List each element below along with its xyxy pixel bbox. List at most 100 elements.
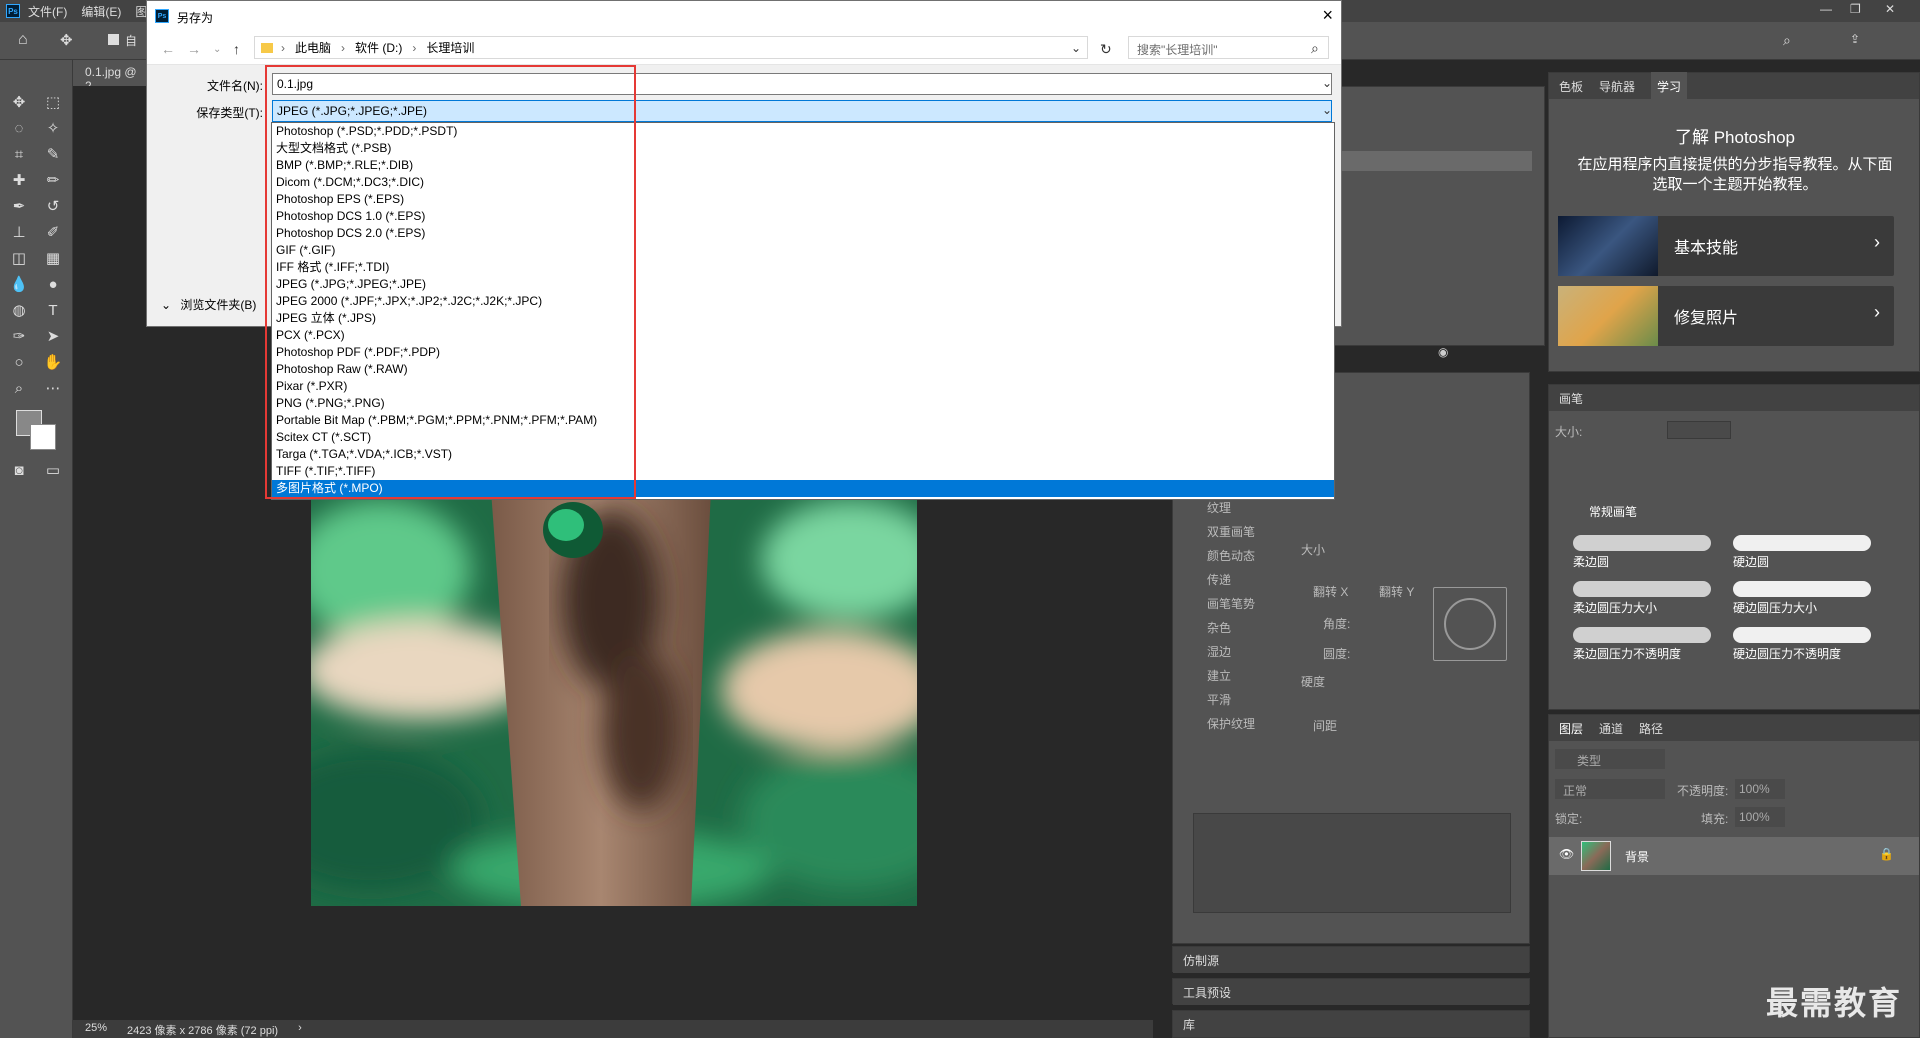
- lasso-tool-icon[interactable]: ◌: [6, 116, 32, 140]
- brush-preset[interactable]: 柔边圆压力不透明度: [1567, 621, 1717, 665]
- auto-select-checkbox[interactable]: [108, 34, 119, 45]
- zoom-level[interactable]: 25%: [85, 1022, 107, 1036]
- tab-navigator[interactable]: 导航器: [1599, 78, 1635, 95]
- share-icon[interactable]: ⇪: [1850, 32, 1860, 46]
- move-tool-icon[interactable]: ✥: [60, 31, 73, 49]
- tool-presets-title[interactable]: 工具预设: [1183, 984, 1231, 1001]
- brush-icon[interactable]: ✒: [6, 194, 32, 218]
- path-breadcrumb[interactable]: › 此电脑 › 软件 (D:) › 长理培训 ⌄: [254, 36, 1088, 59]
- filename-dropdown-icon[interactable]: ⌄: [1322, 76, 1332, 90]
- setting-build-up[interactable]: 建立: [1207, 667, 1231, 684]
- pen-tool-icon[interactable]: ✑: [6, 324, 32, 348]
- crop-tool-icon[interactable]: ⌗: [6, 142, 32, 166]
- more-tools-icon[interactable]: ⋯: [40, 376, 66, 400]
- hand-tool-icon[interactable]: ✋: [40, 350, 66, 374]
- tool-presets-panel[interactable]: 工具预设: [1172, 978, 1530, 1005]
- setting-dual-brush[interactable]: 双重画笔: [1207, 523, 1255, 540]
- history-brush-icon[interactable]: ↺: [40, 194, 66, 218]
- magic-wand-icon[interactable]: ✧: [40, 116, 66, 140]
- stamp-icon[interactable]: ⊥: [6, 220, 32, 244]
- up-arrow-icon[interactable]: ↑: [233, 41, 240, 57]
- type-tool-icon[interactable]: T: [40, 298, 66, 322]
- breadcrumb-drive-d[interactable]: 软件 (D:): [355, 39, 402, 56]
- setting-brush-pose[interactable]: 画笔笔势: [1207, 595, 1255, 612]
- pencil-icon[interactable]: ✏: [40, 168, 66, 192]
- healing-brush-icon[interactable]: ✚: [6, 168, 32, 192]
- tab-channels[interactable]: 通道: [1599, 720, 1623, 737]
- setting-protect-texture[interactable]: 保护纹理: [1207, 715, 1255, 732]
- screen-mode-icon[interactable]: ▭: [40, 458, 66, 482]
- blur-icon[interactable]: 💧: [6, 272, 32, 296]
- learn-card-basic-skills[interactable]: 基本技能 ›: [1558, 216, 1894, 276]
- clone-source-panel[interactable]: 仿制源: [1172, 946, 1530, 973]
- ellipse-tool-icon[interactable]: ○: [6, 350, 32, 374]
- setting-wet-edges[interactable]: 湿边: [1207, 643, 1231, 660]
- tab-layers[interactable]: 图层: [1559, 720, 1583, 737]
- brush-preset[interactable]: 硬边圆: [1727, 529, 1877, 573]
- search-icon[interactable]: ⌕: [1783, 32, 1791, 49]
- learn-card-fix-photos[interactable]: 修复照片 ›: [1558, 286, 1894, 346]
- tab-learn[interactable]: 学习: [1651, 71, 1688, 101]
- tab-swatches[interactable]: 色板: [1559, 78, 1583, 95]
- filetype-dropdown-icon[interactable]: ⌄: [1322, 103, 1332, 117]
- libraries-title[interactable]: 库: [1183, 1016, 1195, 1033]
- blend-mode-select[interactable]: 正常: [1555, 779, 1665, 799]
- refresh-icon[interactable]: ↻: [1100, 41, 1112, 58]
- menu-edit[interactable]: 编辑(E): [81, 3, 121, 20]
- snapshot-icon[interactable]: ◉: [1438, 345, 1448, 359]
- menu-file[interactable]: 文件(F): [28, 3, 67, 20]
- eyedropper-icon[interactable]: ✎: [40, 142, 66, 166]
- clone-source-title[interactable]: 仿制源: [1183, 952, 1219, 969]
- tab-paths[interactable]: 路径: [1639, 720, 1663, 737]
- setting-color-dynamics[interactable]: 颜色动态: [1207, 547, 1255, 564]
- gradient-icon[interactable]: ▦: [40, 246, 66, 270]
- marquee-tool-icon[interactable]: ⬚: [40, 90, 66, 114]
- brushes-panel-title[interactable]: 画笔: [1559, 390, 1583, 407]
- path-select-icon[interactable]: ➤: [40, 324, 66, 348]
- fill-input[interactable]: 100%: [1735, 807, 1785, 827]
- restore-icon[interactable]: ❐: [1850, 2, 1861, 16]
- flip-x-checkbox[interactable]: 翻转 X: [1313, 583, 1348, 600]
- setting-smoothing[interactable]: 平滑: [1207, 691, 1231, 708]
- art-brush-icon[interactable]: ✐: [40, 220, 66, 244]
- brush-angle-preview[interactable]: [1433, 587, 1507, 661]
- eraser-icon[interactable]: ◫: [6, 246, 32, 270]
- opacity-input[interactable]: 100%: [1735, 779, 1785, 799]
- layer-name[interactable]: 背景: [1625, 848, 1649, 865]
- recent-chevron-icon[interactable]: ⌄: [213, 44, 221, 55]
- brush-preset[interactable]: 硬边圆压力不透明度: [1727, 621, 1877, 665]
- flip-y-checkbox[interactable]: 翻转 Y: [1379, 583, 1414, 600]
- setting-noise[interactable]: 杂色: [1207, 619, 1231, 636]
- layer-row-background[interactable]: 👁 背景 🔒: [1549, 837, 1919, 875]
- browse-folders-toggle[interactable]: ⌄ 浏览文件夹(B): [161, 296, 256, 313]
- background-color-swatch[interactable]: [30, 424, 56, 450]
- brush-preset[interactable]: 柔边圆: [1567, 529, 1717, 573]
- libraries-panel[interactable]: 库: [1172, 1010, 1530, 1038]
- home-icon[interactable]: ⌂: [18, 31, 28, 49]
- forward-arrow-icon[interactable]: →: [187, 41, 201, 57]
- brush-group-title[interactable]: 常规画笔: [1589, 503, 1637, 520]
- visibility-eye-icon[interactable]: 👁: [1559, 847, 1574, 861]
- move-tool-icon[interactable]: ✥: [6, 90, 32, 114]
- setting-transfer[interactable]: 传递: [1207, 571, 1231, 588]
- search-input[interactable]: 搜索"长理培训": [1128, 36, 1329, 59]
- status-menu-arrow[interactable]: ›: [298, 1022, 302, 1036]
- zoom-tool-icon[interactable]: ⌕: [6, 376, 32, 400]
- window-close-icon[interactable]: ✕: [1885, 2, 1895, 16]
- close-icon[interactable]: ×: [1322, 5, 1333, 26]
- brush-preset[interactable]: 柔边圆压力大小: [1567, 575, 1717, 619]
- dodge-icon[interactable]: ●: [40, 272, 66, 296]
- spacing-checkbox[interactable]: 间距: [1313, 717, 1337, 734]
- brush-size-input[interactable]: [1667, 421, 1731, 439]
- path-dropdown-icon[interactable]: ⌄: [1071, 41, 1081, 55]
- sponge-icon[interactable]: ◍: [6, 298, 32, 322]
- quick-mask-icon[interactable]: ◙: [6, 458, 32, 482]
- layer-kind-filter[interactable]: 类型: [1555, 749, 1665, 769]
- document-tab[interactable]: 0.1.jpg @ 2: [73, 60, 153, 93]
- brush-preset[interactable]: 硬边圆压力大小: [1727, 575, 1877, 619]
- breadcrumb-this-pc[interactable]: 此电脑: [295, 39, 331, 56]
- minimize-icon[interactable]: —: [1820, 2, 1832, 16]
- setting-texture[interactable]: 纹理: [1207, 499, 1231, 516]
- breadcrumb-folder[interactable]: 长理培训: [426, 39, 474, 56]
- back-arrow-icon[interactable]: ←: [161, 41, 175, 57]
